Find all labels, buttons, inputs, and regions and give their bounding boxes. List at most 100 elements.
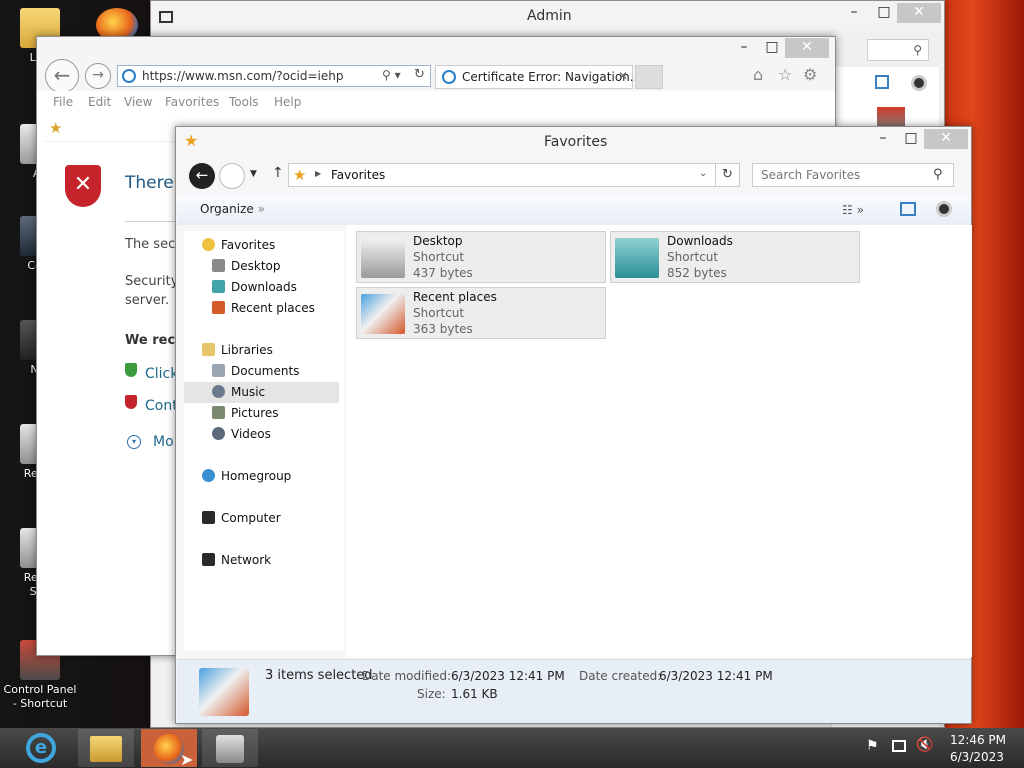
details-pane: 3 items selected Date modified: 6/3/2023… (177, 659, 971, 723)
menu-edit[interactable]: Edit (88, 95, 111, 109)
menu-tools[interactable]: Tools (229, 95, 259, 109)
date-modified-value: 6/3/2023 12:41 PM (451, 669, 565, 683)
add-favorite-icon[interactable]: ★ (49, 119, 62, 137)
organize-button[interactable]: Organize » (200, 202, 265, 216)
date-created-value: 6/3/2023 12:41 PM (659, 669, 773, 683)
menu-file[interactable]: File (53, 95, 73, 109)
network-tray-icon[interactable] (892, 740, 906, 752)
minimize-button[interactable]: – (868, 129, 898, 149)
back-button[interactable]: ← (189, 163, 215, 189)
search-input[interactable]: Search Favorites ⚲ (752, 163, 954, 187)
star-icon: ★ (293, 166, 307, 184)
file-explorer-icon (90, 736, 122, 762)
admin-search-box[interactable]: ⚲ (867, 39, 929, 61)
close-button[interactable]: ✕ (924, 129, 968, 149)
star-icon[interactable]: ☆ (778, 65, 792, 84)
help-icon[interactable] (911, 75, 927, 91)
forward-button[interactable]: → (85, 63, 111, 89)
tree-item-documents[interactable]: Documents (184, 361, 344, 382)
tree-label: Downloads (231, 280, 297, 294)
close-button[interactable]: ✕ (897, 3, 941, 23)
close-button[interactable]: ✕ (785, 38, 829, 58)
view-options-icon[interactable]: ☷ » (842, 203, 864, 217)
home-icon[interactable]: ⌂ (753, 65, 763, 84)
file-tile-recent-places[interactable]: Recent places Shortcut 363 bytes (356, 287, 606, 339)
taskbar-ie-button[interactable]: e (14, 729, 70, 767)
back-button[interactable]: ← (45, 59, 79, 93)
tree-item-pictures[interactable]: Pictures (184, 403, 344, 424)
search-placeholder: Search Favorites (761, 168, 861, 182)
clock-date[interactable]: 6/3/2023 (950, 750, 1004, 764)
file-tile-downloads[interactable]: Downloads Shortcut 852 bytes (610, 231, 860, 283)
more-info-icon[interactable]: ▾ (127, 435, 141, 449)
pane-icon[interactable] (875, 75, 889, 89)
file-size: 852 bytes (667, 266, 727, 280)
tree-item-videos[interactable]: Videos (184, 424, 344, 445)
error-text-2: Security (125, 274, 179, 289)
app-menu-icon[interactable] (159, 11, 173, 23)
tree-label: Pictures (231, 406, 279, 420)
forward-button[interactable] (219, 163, 245, 189)
refresh-icon[interactable]: ↻ (414, 67, 425, 82)
minimize-button[interactable]: – (839, 3, 869, 23)
file-size: 363 bytes (413, 322, 473, 336)
menu-help[interactable]: Help (274, 95, 301, 109)
action-center-flag-icon[interactable]: ⚑ (866, 738, 879, 754)
minimize-button[interactable]: – (729, 38, 759, 58)
more-info-link[interactable]: Mo (153, 434, 174, 450)
taskbar-explorer-button[interactable] (78, 729, 134, 767)
search-icon: ⚲ (913, 43, 922, 57)
tree-item-favorites[interactable]: Favorites (184, 235, 344, 256)
ie-page-icon (442, 70, 456, 84)
tree-item-network[interactable]: Network (184, 550, 344, 571)
menu-view[interactable]: View (124, 95, 152, 109)
file-tile-desktop[interactable]: Desktop Shortcut 437 bytes (356, 231, 606, 283)
close-tab-icon[interactable]: ✕ (618, 69, 628, 83)
refresh-button[interactable]: ↻ (716, 163, 740, 187)
tree-item-libraries[interactable]: Libraries (184, 340, 344, 361)
new-tab-button[interactable] (635, 65, 663, 89)
chevron-icon: » (257, 202, 265, 216)
continue-link[interactable]: Cont (145, 398, 178, 414)
gear-icon[interactable]: ⚙ (803, 65, 817, 84)
clock-time[interactable]: 12:46 PM (950, 733, 1006, 747)
taskbar-app-button[interactable] (202, 729, 258, 767)
file-size: 437 bytes (413, 266, 473, 280)
maximize-button[interactable]: □ (757, 38, 787, 58)
tree-item-downloads[interactable]: Downloads (184, 277, 344, 298)
ie-tab[interactable]: Certificate Error: Navigation... ✕ (435, 65, 641, 89)
tree-item-homegroup[interactable]: Homegroup (184, 466, 344, 487)
tree-label: Libraries (221, 343, 273, 357)
breadcrumb[interactable]: Favorites (331, 168, 385, 182)
volume-muted-icon[interactable]: 🔇 (916, 737, 933, 753)
navigation-pane: Favorites Desktop Downloads Recent place… (184, 231, 344, 651)
error-shield-icon: ✕ (65, 165, 101, 207)
admin-window-title: Admin (527, 8, 572, 24)
address-bar[interactable]: https://www.msn.com/?ocid=iehp ⚲ ▾ ↻ (117, 65, 431, 87)
history-dropdown[interactable]: ▼ (250, 169, 257, 179)
tree-item-desktop[interactable]: Desktop (184, 256, 344, 277)
file-type: Shortcut (667, 250, 719, 264)
tree-label: Computer (221, 511, 281, 525)
click-link[interactable]: Click (145, 366, 178, 382)
tree-item-computer[interactable]: Computer (184, 508, 344, 529)
tree-item-recent-places[interactable]: Recent places (184, 298, 344, 319)
red-shield-icon (125, 395, 137, 409)
search-icon: ⚲ (933, 167, 943, 182)
search-icon[interactable]: ⚲ ▾ (382, 68, 401, 82)
items-selected: 3 items selected (265, 668, 373, 683)
tree-item-music[interactable]: Music (184, 382, 339, 403)
organize-label: Organize (200, 202, 254, 216)
favorites-window[interactable]: ★ Favorites – □ ✕ ← ▼ ↑ ★ ▶ Favorites ⌄ … (175, 126, 972, 724)
up-button[interactable]: ↑ (272, 165, 284, 181)
maximize-button[interactable]: □ (869, 3, 899, 23)
tree-label: Homegroup (221, 469, 292, 483)
maximize-button[interactable]: □ (896, 129, 926, 149)
address-dropdown[interactable]: ⌄ (699, 168, 707, 179)
system-app-icon (216, 735, 244, 763)
menu-favorites[interactable]: Favorites (165, 95, 219, 109)
help-icon[interactable] (936, 201, 952, 217)
breadcrumb-bar[interactable]: ★ ▶ Favorites ⌄ (288, 163, 716, 187)
preview-pane-icon[interactable] (900, 202, 916, 216)
music-icon (212, 385, 225, 398)
